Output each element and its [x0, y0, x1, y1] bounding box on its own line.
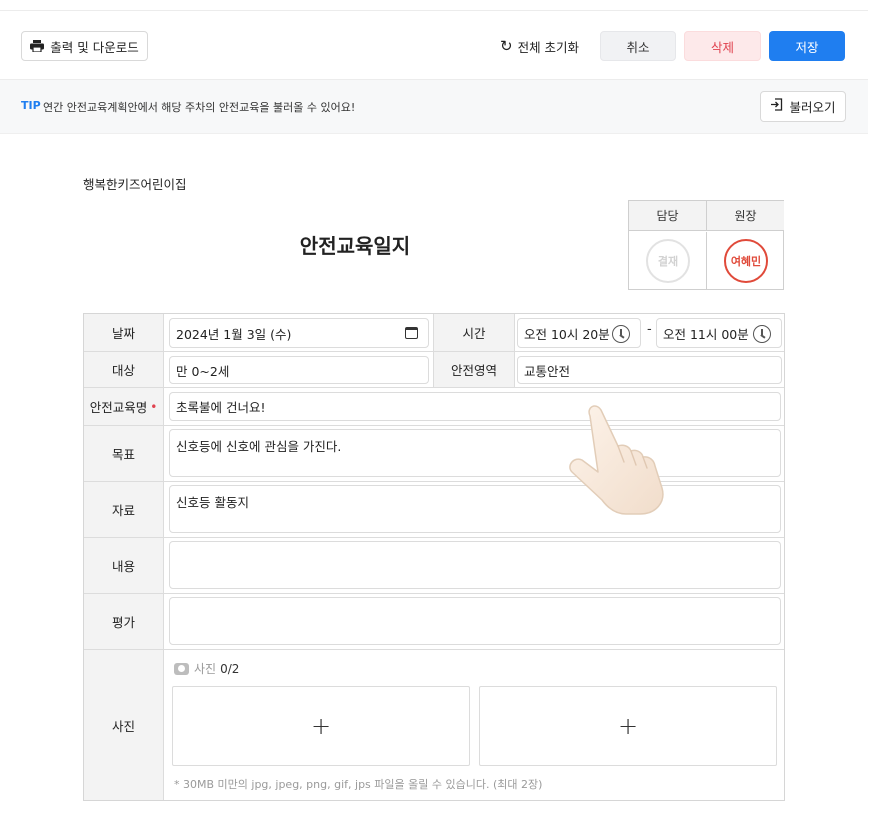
time-start-input[interactable]: 오전 10시 20분 — [517, 318, 641, 348]
approval-header-director: 원장 — [707, 201, 784, 231]
material-textarea[interactable]: 신호등 활동지 — [169, 485, 781, 533]
goal-textarea[interactable]: 신호등에 신호에 관심을 가진다. — [169, 429, 781, 477]
education-name-label-text: 안전교육명 — [89, 400, 148, 415]
load-label: 불러오기 — [789, 100, 836, 115]
print-download-button[interactable]: 출력 및 다운로드 — [21, 31, 148, 61]
save-button[interactable]: 저장 — [769, 31, 845, 61]
tip-text: 연간 안전교육계획안에서 해당 주차의 안전교육을 불러올 수 있어요! — [43, 101, 356, 114]
photo-upload-note: * 30MB 미만의 jpg, jpeg, png, gif, jps 파일을 … — [174, 778, 543, 791]
cancel-button[interactable]: 취소 — [600, 31, 676, 61]
date-input[interactable]: 2024년 1월 3일 (수) — [169, 318, 429, 348]
row-material: 자료 신호등 활동지 — [84, 482, 784, 538]
required-mark: • — [150, 399, 158, 414]
date-value: 2024년 1월 3일 (수) — [176, 326, 292, 342]
content-label: 내용 — [84, 538, 164, 593]
safety-area-input[interactable]: 교통안전 — [517, 356, 782, 384]
time-start-value: 오전 10시 20분 — [524, 326, 610, 342]
printer-icon — [30, 40, 45, 53]
load-button[interactable]: 불러오기 — [760, 91, 846, 122]
evaluation-textarea[interactable] — [169, 597, 781, 645]
tip-label: TIP — [21, 99, 41, 112]
time-separator: - — [647, 322, 652, 337]
toolbar: 출력 및 다운로드 ↻ 전체 초기화 취소 삭제 저장 — [0, 10, 868, 80]
reset-all-button[interactable]: ↻ 전체 초기화 — [500, 31, 584, 61]
safety-log-form: 날짜 2024년 1월 3일 (수) 시간 오전 10시 20분 - 오전 11… — [83, 313, 785, 801]
page-title: 안전교육일지 — [299, 234, 411, 258]
row-date-time: 날짜 2024년 1월 3일 (수) 시간 오전 10시 20분 - 오전 11… — [84, 314, 784, 352]
pointing-hand-icon — [569, 405, 664, 515]
import-icon — [770, 98, 783, 115]
target-label: 대상 — [84, 352, 164, 387]
row-photo: 사진 사진 0/2 + + * 30MB 미만의 jpg, jpeg, png,… — [84, 650, 784, 800]
row-evaluation: 평가 — [84, 594, 784, 650]
row-content: 내용 — [84, 538, 784, 594]
education-name-input[interactable]: 초록불에 건너요! — [169, 392, 781, 421]
time-label: 시간 — [433, 314, 515, 351]
safety-area-label: 안전영역 — [433, 352, 515, 387]
calendar-icon[interactable] — [405, 327, 418, 339]
organization-name: 행복한키즈어린이집 — [83, 177, 187, 192]
camera-icon — [174, 662, 189, 675]
target-input[interactable]: 만 0~2세 — [169, 356, 429, 384]
content-textarea[interactable] — [169, 541, 781, 589]
time-end-value: 오전 11시 00분 — [663, 326, 749, 342]
photo-sub-label: 사진 — [194, 662, 217, 676]
plus-icon: + — [617, 712, 639, 740]
reset-all-label: 전체 초기화 — [517, 39, 580, 55]
clock-icon[interactable] — [612, 325, 630, 343]
evaluation-label: 평가 — [84, 594, 164, 649]
photo-header: 사진 0/2 — [174, 660, 239, 677]
row-education-name: 안전교육명 • 초록불에 건너요! — [84, 388, 784, 426]
goal-label: 목표 — [84, 426, 164, 481]
material-label: 자료 — [84, 482, 164, 537]
delete-button[interactable]: 삭제 — [684, 31, 761, 61]
approval-cell-manager[interactable]: 결재 — [629, 232, 707, 290]
plus-icon: + — [310, 712, 332, 740]
photo-label: 사진 — [84, 650, 164, 800]
date-label: 날짜 — [84, 314, 164, 351]
tip-bar: TIP 연간 안전교육계획안에서 해당 주차의 안전교육을 불러올 수 있어요!… — [0, 80, 868, 134]
refresh-icon: ↻ — [500, 36, 513, 55]
row-goal: 목표 신호등에 신호에 관심을 가진다. — [84, 426, 784, 482]
row-target-area: 대상 만 0~2세 안전영역 교통안전 — [84, 352, 784, 388]
time-end-input[interactable]: 오전 11시 00분 — [656, 318, 782, 348]
photo-upload-slot-2[interactable]: + — [479, 686, 777, 766]
print-download-label: 출력 및 다운로드 — [50, 39, 139, 55]
education-name-label: 안전교육명 • — [84, 388, 164, 425]
clock-icon[interactable] — [753, 325, 771, 343]
approval-box: 담당 원장 결재 여혜민 — [628, 200, 784, 290]
approval-cell-director[interactable]: 여혜민 — [707, 232, 784, 290]
approval-stamp-empty: 결재 — [646, 239, 690, 283]
photo-count: 0/2 — [220, 661, 240, 676]
photo-upload-slot-1[interactable]: + — [172, 686, 470, 766]
approval-header-manager: 담당 — [629, 201, 707, 231]
approval-stamp-signed: 여혜민 — [724, 239, 768, 283]
